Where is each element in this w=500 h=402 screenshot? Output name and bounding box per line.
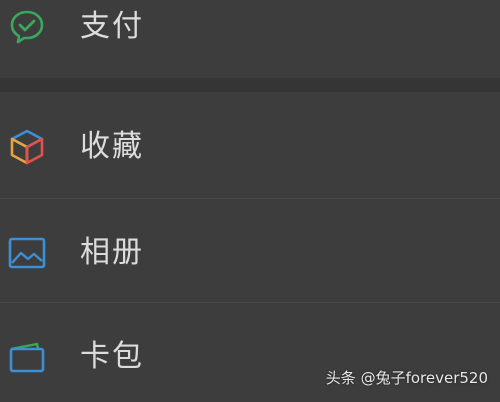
photo-album-icon bbox=[6, 232, 48, 274]
menu-item-card-wallet-label: 卡包 bbox=[80, 339, 144, 374]
cube-icon bbox=[6, 126, 48, 168]
section-separator bbox=[0, 78, 500, 92]
menu-item-favorites[interactable]: 收藏 bbox=[0, 102, 500, 192]
menu-item-album-label: 相册 bbox=[80, 235, 144, 270]
wallet-icon bbox=[6, 336, 48, 378]
menu-item-card-wallet[interactable]: 卡包 bbox=[0, 312, 500, 402]
row-divider bbox=[0, 302, 500, 303]
watermark: 头条 @兔子forever520 bbox=[325, 369, 488, 387]
menu-item-favorites-label: 收藏 bbox=[80, 129, 144, 164]
menu-item-album[interactable]: 相册 bbox=[0, 208, 500, 298]
me-menu-screen: 支付 收藏 相册 卡包 头条 @兔子forever520 bbox=[0, 0, 500, 400]
menu-item-pay-label: 支付 bbox=[80, 9, 144, 44]
menu-item-pay[interactable]: 支付 bbox=[0, 0, 500, 72]
row-divider bbox=[0, 198, 500, 199]
pay-check-icon bbox=[6, 6, 48, 48]
